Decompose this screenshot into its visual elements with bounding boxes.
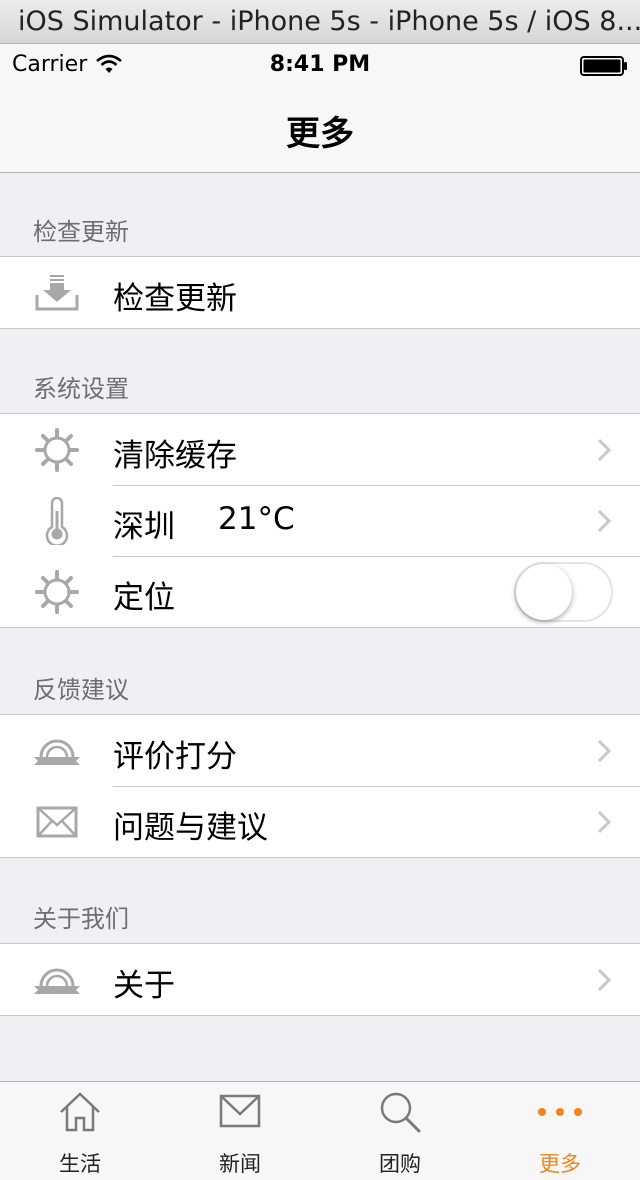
section-header-system-settings: 系统设置 [33, 375, 129, 403]
status-time: 8:41 PM [269, 52, 371, 77]
cell-label: 关于 [113, 968, 175, 1004]
cell-clear-cache[interactable]: 清除缓存 [0, 414, 640, 485]
ribbon-badge-icon [34, 968, 80, 994]
tab-group-buy[interactable]: 团购 [320, 1082, 480, 1180]
location-toggle-switch[interactable] [514, 562, 613, 622]
cell-label: 检查更新 [113, 281, 237, 317]
download-tray-icon [35, 275, 79, 311]
group-check-update: 检查更新 [0, 256, 640, 329]
tab-life[interactable]: 生活 [0, 1082, 160, 1180]
cell-label: 评价打分 [113, 739, 237, 775]
tab-label: 更多 [539, 1152, 581, 1176]
cell-rate[interactable]: 评价打分 [0, 715, 640, 786]
tab-label: 新闻 [219, 1152, 261, 1176]
toggle-knob [516, 564, 572, 620]
home-icon [60, 1092, 100, 1132]
tab-news[interactable]: 新闻 [160, 1082, 320, 1180]
cell-about[interactable]: 关于 [0, 944, 640, 1015]
section-header-about-us: 关于我们 [33, 905, 129, 933]
chevron-right-icon [597, 509, 612, 533]
tab-label: 团购 [379, 1152, 421, 1176]
cell-label: 清除缓存 [113, 438, 237, 474]
group-about-us: 关于 [0, 943, 640, 1016]
cell-weather[interactable]: 深圳 21°C [0, 485, 640, 556]
thermometer-icon [45, 497, 69, 545]
more-dots-icon [538, 1108, 582, 1116]
city-label: 深圳 [113, 509, 175, 545]
section-header-feedback: 反馈建议 [33, 676, 129, 704]
search-icon [380, 1092, 421, 1133]
ribbon-badge-icon [34, 739, 80, 765]
gear-icon [35, 428, 79, 472]
tab-bar: 生活 新闻 团购 更多 [0, 1081, 640, 1180]
cell-label: 问题与建议 [113, 810, 268, 846]
cell-location: 定位 [0, 556, 640, 627]
gear-icon [35, 570, 79, 614]
group-feedback: 评价打分 问题与建议 [0, 714, 640, 858]
envelope-icon [219, 1094, 261, 1128]
battery-icon [580, 56, 627, 76]
simulator-window-title: iOS Simulator - iPhone 5s - iPhone 5s / … [0, 0, 640, 44]
page-title: 更多 [286, 114, 354, 154]
chevron-right-icon [597, 968, 612, 992]
cell-label: 定位 [113, 580, 175, 616]
temperature-value: 21°C [218, 501, 295, 537]
envelope-icon [36, 806, 78, 838]
chevron-right-icon [597, 438, 612, 462]
status-bar: Carrier 8:41 PM [0, 44, 640, 84]
group-system-settings: 清除缓存 深圳 21°C 定位 [0, 413, 640, 628]
tab-more[interactable]: 更多 [480, 1082, 640, 1180]
chevron-right-icon [597, 810, 612, 834]
chevron-right-icon [597, 739, 612, 763]
cell-feedback[interactable]: 问题与建议 [0, 786, 640, 857]
navigation-bar: 更多 [0, 84, 640, 173]
section-header-check-update: 检查更新 [33, 218, 129, 246]
tab-label: 生活 [59, 1152, 101, 1176]
cell-check-update[interactable]: 检查更新 [0, 257, 640, 328]
